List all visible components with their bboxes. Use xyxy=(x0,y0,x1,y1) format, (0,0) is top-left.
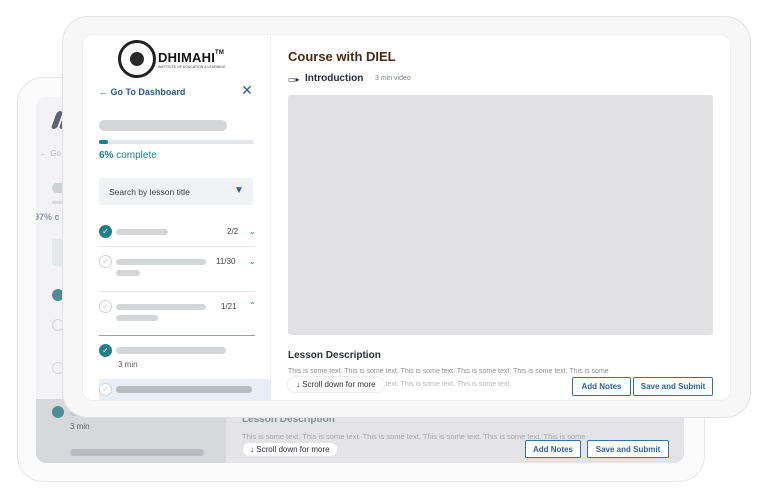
back-duration: 3 min xyxy=(70,422,90,431)
scroll-hint[interactable]: ↓ Scroll down for more xyxy=(288,377,384,392)
progress-bar xyxy=(99,140,254,144)
section-title-placeholder xyxy=(116,304,206,310)
check-icon: ✓ xyxy=(99,344,112,357)
section-title-placeholder xyxy=(116,259,206,265)
section-title-placeholder xyxy=(116,229,168,235)
back-lesson-bar xyxy=(70,449,204,456)
close-icon[interactable]: ✕ xyxy=(240,83,254,97)
lesson-meta: 3 min video xyxy=(375,75,411,82)
lesson-row[interactable]: ✓ xyxy=(99,344,257,374)
dhimahi-logo: DHIMAHITM INSTITUTE OF EDUCATION & LEARN… xyxy=(118,40,225,78)
section-count: 2/2 xyxy=(227,227,239,236)
section-row[interactable]: ✓ 1/21 ⌃ xyxy=(99,300,257,326)
progress-label: 6% complete xyxy=(99,150,157,161)
check-icon: ✓ xyxy=(99,300,112,313)
course-title: Course with DIEL xyxy=(288,49,396,64)
section-title-placeholder xyxy=(116,270,140,276)
logo-tagline: INSTITUTE OF EDUCATION & LEARNING xyxy=(158,65,226,69)
check-icon: ✓ xyxy=(99,383,112,396)
chevron-down-icon[interactable]: ▼ xyxy=(234,185,246,197)
go-to-dashboard-link[interactable]: ← Go To Dashboard xyxy=(99,87,185,97)
back-scroll-label: Scroll down for more xyxy=(256,445,330,454)
chevron-down-icon[interactable]: ⌄ xyxy=(249,227,256,236)
lesson-title: Introduction xyxy=(305,73,364,84)
check-icon: ✓ xyxy=(99,225,112,238)
logo-name: DHIMAHITM xyxy=(158,50,225,65)
lesson-search-input[interactable] xyxy=(99,178,253,205)
lesson-title-placeholder xyxy=(116,347,226,354)
lesson-description-text: This is some text. This is some text. Th… xyxy=(288,368,609,375)
divider xyxy=(99,335,255,336)
lesson-description-title: Lesson Description xyxy=(288,350,381,361)
header-blank xyxy=(469,67,717,89)
logo-emblem-icon xyxy=(118,40,156,78)
section-count: 11/30 xyxy=(216,257,236,266)
arrow-down-icon: ↓ xyxy=(296,380,300,389)
back-scroll-hint: ↓ Scroll down for more xyxy=(243,443,337,456)
back-percent: 97% c xyxy=(36,212,60,222)
video-icon: ▭▸ xyxy=(288,75,300,84)
scroll-hint-label: Scroll down for more xyxy=(302,380,376,389)
divider xyxy=(99,291,255,292)
progress-fill xyxy=(99,140,109,144)
course-name-placeholder xyxy=(99,120,227,131)
back-add-notes-button: Add Notes xyxy=(525,440,581,458)
divider xyxy=(99,246,255,247)
chevron-up-icon[interactable]: ⌃ xyxy=(249,301,256,310)
lesson-sidebar: DHIMAHITM INSTITUTE OF EDUCATION & LEARN… xyxy=(83,35,271,400)
go-to-dashboard-label: Go To Dashboard xyxy=(110,87,186,97)
lesson-row-active[interactable]: ✓ xyxy=(99,379,271,400)
add-notes-button[interactable]: Add Notes xyxy=(572,377,631,396)
section-row[interactable]: ✓ 11/30 ⌄ xyxy=(99,255,257,281)
arrow-left-icon: ← xyxy=(99,87,108,97)
section-row[interactable]: ✓ 2/2 ⌄ xyxy=(99,225,257,239)
save-and-submit-button[interactable]: Save and Submit xyxy=(633,377,713,396)
lesson-content: Course with DIEL ▭▸ Introduction 3 min v… xyxy=(271,35,730,400)
section-count: 1/21 xyxy=(221,302,237,311)
lesson-duration: 3 min xyxy=(118,360,138,369)
back-go-link: ← Go xyxy=(40,149,61,158)
course-player: DHIMAHITM INSTITUTE OF EDUCATION & LEARN… xyxy=(83,35,730,400)
back-check-icon xyxy=(52,406,64,418)
video-player[interactable] xyxy=(288,95,713,335)
lesson-title-placeholder xyxy=(116,386,252,393)
header-blank xyxy=(469,47,619,69)
check-icon: ✓ xyxy=(99,255,112,268)
chevron-down-icon[interactable]: ⌄ xyxy=(249,257,256,266)
section-title-placeholder xyxy=(116,315,158,321)
back-save-submit-button: Save and Submit xyxy=(587,440,669,458)
